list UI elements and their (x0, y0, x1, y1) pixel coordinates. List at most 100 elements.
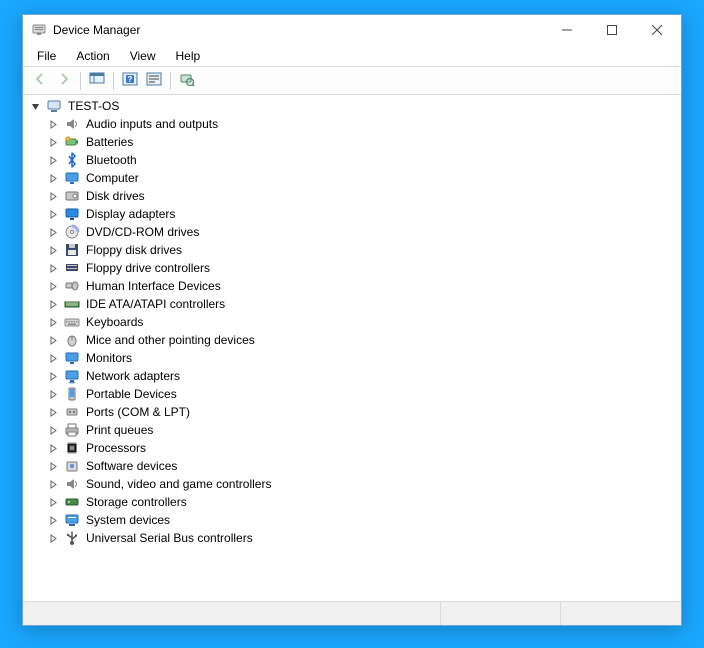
tree-node-bluetooth[interactable]: Bluetooth (41, 151, 681, 169)
expand-icon[interactable] (47, 118, 60, 131)
collapse-icon[interactable] (29, 100, 42, 113)
tree-node-ports-com-lpt[interactable]: Ports (COM & LPT) (41, 403, 681, 421)
tree-node-label: Processors (84, 441, 148, 455)
expand-icon[interactable] (47, 136, 60, 149)
tree-node-system-devices[interactable]: System devices (41, 511, 681, 529)
portable-icon (64, 386, 80, 402)
expand-icon[interactable] (47, 352, 60, 365)
tree-node-portable-devices[interactable]: Portable Devices (41, 385, 681, 403)
sound-icon (64, 476, 80, 492)
device-tree[interactable]: TEST-OSAudio inputs and outputsBatteries… (23, 95, 681, 601)
scan-hardware-button[interactable] (176, 70, 198, 92)
expand-icon[interactable] (47, 460, 60, 473)
tree-node-display-adapters[interactable]: Display adapters (41, 205, 681, 223)
tree-node-storage-controllers[interactable]: Storage controllers (41, 493, 681, 511)
forward-button (53, 70, 75, 92)
expand-icon[interactable] (47, 190, 60, 203)
tree-node-label: System devices (84, 513, 172, 527)
expand-icon[interactable] (47, 244, 60, 257)
expand-icon[interactable] (47, 496, 60, 509)
printer-icon (64, 422, 80, 438)
back-icon (32, 71, 48, 90)
tree-node-label: Human Interface Devices (84, 279, 223, 293)
tree-node-label: Print queues (84, 423, 155, 437)
expand-icon[interactable] (47, 514, 60, 527)
display-icon (64, 206, 80, 222)
expand-icon[interactable] (47, 298, 60, 311)
tree-node-mice-and-other-pointing-devices[interactable]: Mice and other pointing devices (41, 331, 681, 349)
toolbar-separator (80, 72, 81, 90)
tree-node-audio-inputs-and-outputs[interactable]: Audio inputs and outputs (41, 115, 681, 133)
expand-icon[interactable] (47, 442, 60, 455)
close-button[interactable] (634, 16, 679, 44)
maximize-button[interactable] (589, 16, 634, 44)
expand-icon[interactable] (47, 532, 60, 545)
menu-view[interactable]: View (120, 45, 166, 66)
statusbar (23, 601, 681, 625)
expand-icon[interactable] (47, 226, 60, 239)
tree-node-label: Computer (84, 171, 141, 185)
tree-node-batteries[interactable]: Batteries (41, 133, 681, 151)
expand-icon[interactable] (47, 370, 60, 383)
app-icon (31, 22, 47, 38)
usb-icon (64, 530, 80, 546)
expand-icon[interactable] (47, 154, 60, 167)
toolbar-separator (170, 72, 171, 90)
tree-node-print-queues[interactable]: Print queues (41, 421, 681, 439)
expand-icon[interactable] (47, 388, 60, 401)
tree-node-keyboards[interactable]: Keyboards (41, 313, 681, 331)
menu-label: View (130, 49, 156, 63)
menu-file[interactable]: File (27, 45, 66, 66)
cpu-icon (64, 440, 80, 456)
minimize-button[interactable] (544, 16, 589, 44)
floppy-ctrl-icon (64, 260, 80, 276)
expand-icon[interactable] (47, 208, 60, 221)
expand-icon[interactable] (47, 478, 60, 491)
tree-node-label: Network adapters (84, 369, 182, 383)
tree-node-software-devices[interactable]: Software devices (41, 457, 681, 475)
bluetooth-icon (64, 152, 80, 168)
expand-icon[interactable] (47, 406, 60, 419)
optical-icon (64, 224, 80, 240)
window-title: Device Manager (53, 23, 140, 37)
expand-icon[interactable] (47, 334, 60, 347)
tree-node-sound-video-and-game-controllers[interactable]: Sound, video and game controllers (41, 475, 681, 493)
expand-icon[interactable] (47, 424, 60, 437)
tree-node-human-interface-devices[interactable]: Human Interface Devices (41, 277, 681, 295)
device-manager-window: Device Manager File Action View Help ? TEST… (22, 14, 682, 626)
expand-icon[interactable] (47, 316, 60, 329)
menu-label: File (37, 49, 56, 63)
tree-node-universal-serial-bus-controllers[interactable]: Universal Serial Bus controllers (41, 529, 681, 547)
properties-icon (146, 71, 162, 90)
help-button[interactable]: ? (119, 70, 141, 92)
help-icon: ? (122, 71, 138, 90)
menu-label: Help (176, 49, 201, 63)
menu-help[interactable]: Help (166, 45, 211, 66)
tree-node-label: Disk drives (84, 189, 147, 203)
tree-node-disk-drives[interactable]: Disk drives (41, 187, 681, 205)
disk-icon (64, 188, 80, 204)
tree-node-label: Mice and other pointing devices (84, 333, 257, 347)
tree-node-label: Floppy drive controllers (84, 261, 212, 275)
properties-button[interactable] (143, 70, 165, 92)
status-cell (23, 602, 441, 625)
expand-icon[interactable] (47, 262, 60, 275)
back-button (29, 70, 51, 92)
expand-icon[interactable] (47, 172, 60, 185)
tree-node-floppy-disk-drives[interactable]: Floppy disk drives (41, 241, 681, 259)
menu-action[interactable]: Action (66, 45, 119, 66)
tree-node-floppy-drive-controllers[interactable]: Floppy drive controllers (41, 259, 681, 277)
svg-text:?: ? (128, 75, 133, 84)
tree-node-processors[interactable]: Processors (41, 439, 681, 457)
expand-icon[interactable] (47, 280, 60, 293)
tree-node-network-adapters[interactable]: Network adapters (41, 367, 681, 385)
tree-node-ide-ata-atapi-controllers[interactable]: IDE ATA/ATAPI controllers (41, 295, 681, 313)
tree-node-computer[interactable]: Computer (41, 169, 681, 187)
tree-node-monitors[interactable]: Monitors (41, 349, 681, 367)
show-hidden-button[interactable] (86, 70, 108, 92)
computer-icon (46, 98, 62, 114)
ide-icon (64, 296, 80, 312)
tree-node-test-os[interactable]: TEST-OS (23, 97, 681, 115)
tree-node-dvd-cd-rom-drives[interactable]: DVD/CD-ROM drives (41, 223, 681, 241)
tree-node-label: Universal Serial Bus controllers (84, 531, 255, 545)
